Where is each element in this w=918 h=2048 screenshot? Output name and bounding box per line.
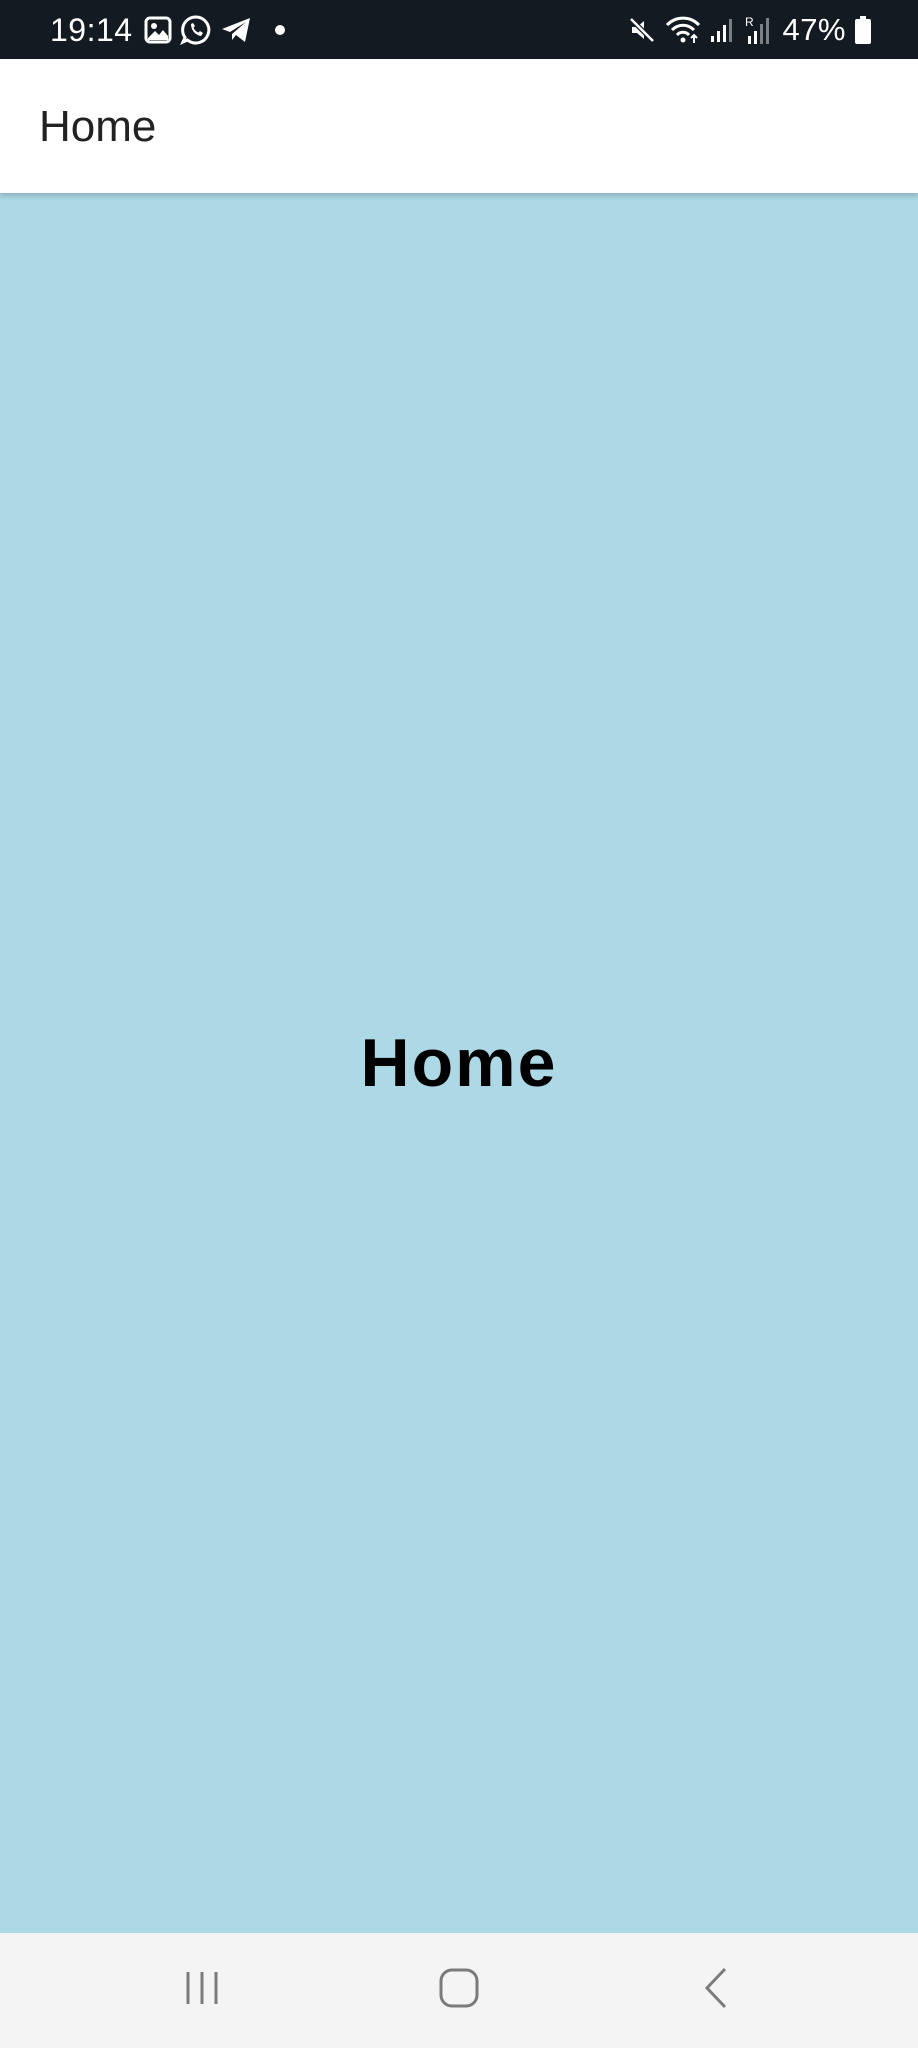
svg-text:R: R <box>745 15 754 29</box>
status-time: 19:14 <box>50 12 133 48</box>
battery-percentage: 47% <box>782 12 846 47</box>
signal-icon <box>710 16 736 44</box>
app-bar: Home <box>0 59 918 193</box>
wifi-icon <box>664 15 702 45</box>
screen: 19:14 R 47% Home Home <box>0 0 918 2048</box>
battery-icon <box>854 15 872 45</box>
recent-apps-icon <box>182 1968 222 2013</box>
app-bar-title: Home <box>39 102 157 151</box>
main-content: Home <box>0 193 918 1933</box>
roaming-signal-icon: R <box>744 14 774 46</box>
telegram-icon <box>220 15 252 45</box>
gallery-icon <box>144 16 172 44</box>
notification-icons <box>144 13 286 47</box>
navigation-bar <box>0 1933 918 2048</box>
dot-icon <box>274 24 286 36</box>
home-button[interactable] <box>399 1933 519 2048</box>
home-icon <box>438 1967 480 2014</box>
page-title: Home <box>360 1025 558 1101</box>
status-bar: 19:14 R 47% <box>0 0 918 59</box>
mute-icon <box>628 16 656 44</box>
system-icons: R 47% <box>628 12 872 48</box>
back-button[interactable] <box>656 1933 776 2048</box>
back-icon <box>701 1966 731 2015</box>
whatsapp-icon <box>180 14 212 46</box>
recent-apps-button[interactable] <box>142 1933 262 2048</box>
